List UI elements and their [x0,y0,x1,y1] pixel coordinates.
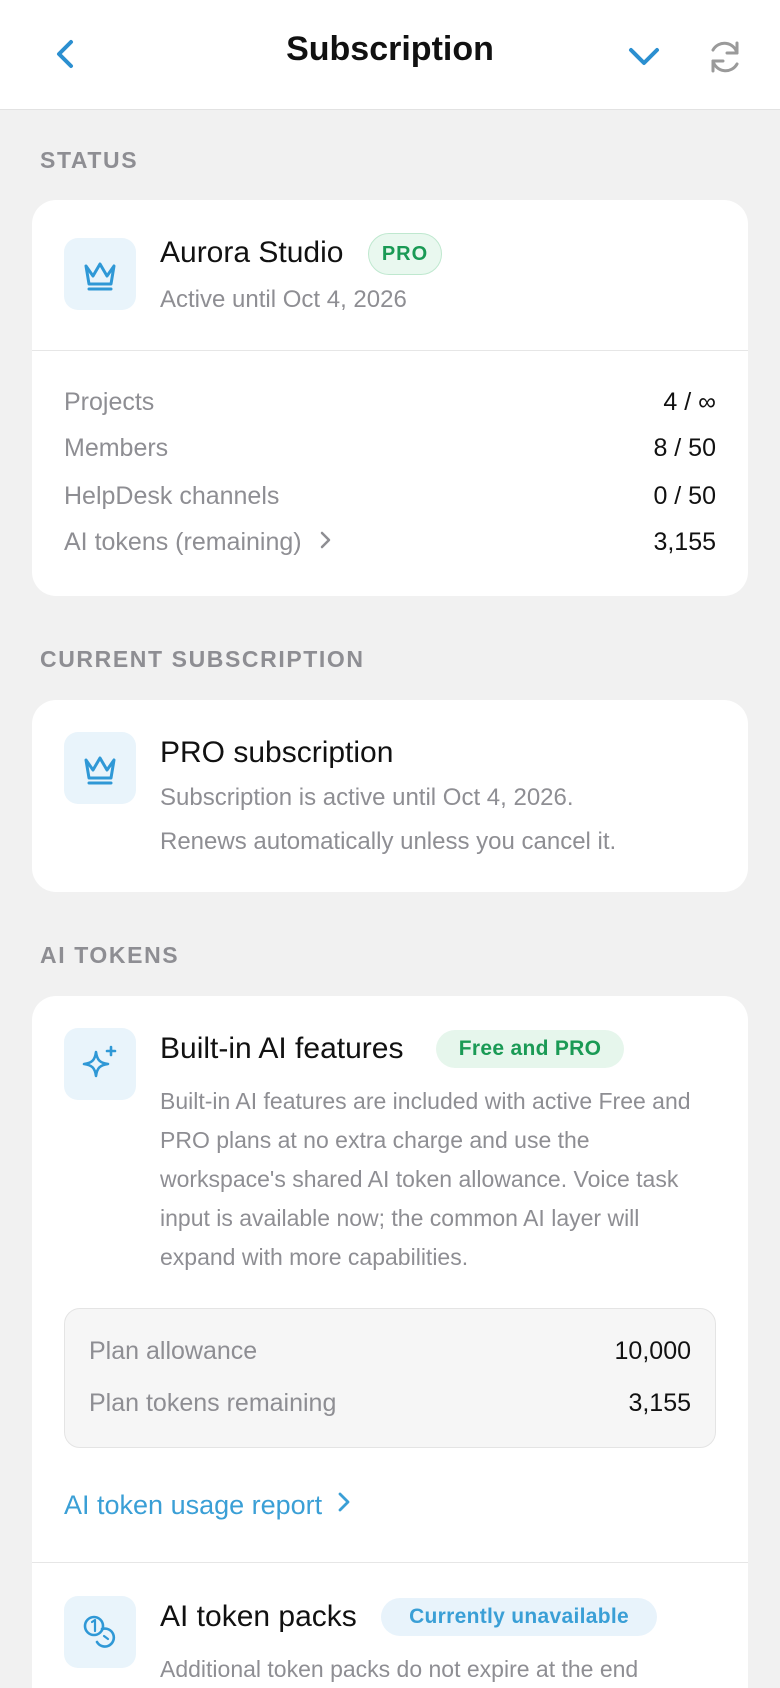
row-label-helpdesk: HelpDesk channels [64,482,280,510]
coins-icon [64,1596,136,1668]
crown-icon [64,238,136,310]
section-label-ai-tokens: AI TOKENS [40,942,180,968]
builtin-ai-title: Built-in AI features [160,1032,404,1065]
sparkle-icon [64,1028,136,1100]
plan-remaining-label: Plan tokens remaining [89,1389,337,1417]
top-bar: Subscription [0,0,780,110]
plan-remaining-value: 3,155 [628,1389,691,1417]
row-label-members: Members [64,434,169,462]
builtin-ai-description: Built-in AI features are included with a… [160,1088,691,1270]
refresh-icon[interactable] [704,36,746,78]
subscription-card: PRO subscription Subscription is active … [32,700,748,892]
ai-tokens-card: Built-in AI features Free and PRO Built-… [32,996,748,1688]
workspace-name: Aurora Studio [160,236,344,269]
chevron-right-icon [318,529,334,556]
chevron-right-icon [336,1490,352,1521]
row-label-ai-tokens: AI tokens (remaining) [64,528,302,556]
row-value-projects: 4 / ∞ [663,388,716,416]
unavailable-badge: Currently unavailable [381,1598,657,1636]
free-and-pro-badge: Free and PRO [436,1030,624,1068]
divider [32,350,748,351]
token-packs-title: AI token packs [160,1600,357,1633]
active-until: Active until Oct 4, 2026 [160,286,407,313]
crown-icon [64,732,136,804]
row-value-ai-tokens: 3,155 [653,528,716,556]
plan-allowance-box: Plan allowance 10,000 Plan tokens remain… [64,1308,716,1448]
chevron-down-icon[interactable] [624,36,664,76]
subscription-title: PRO subscription [160,736,394,769]
row-value-members: 8 / 50 [653,434,716,462]
usage-report-label: AI token usage report [64,1490,323,1520]
ai-tokens-row-link[interactable]: AI tokens (remaining) [64,528,334,557]
usage-report-link[interactable]: AI token usage report [64,1490,352,1521]
subscription-active-text: Subscription is active until Oct 4, 2026… [160,784,574,811]
plan-allowance-label: Plan allowance [89,1337,258,1365]
status-card: Aurora Studio PRO Active until Oct 4, 20… [32,200,748,596]
plan-badge: PRO [368,233,442,275]
section-label-current-subscription: CURRENT SUBSCRIPTION [40,646,365,672]
divider [32,1562,748,1563]
row-value-helpdesk: 0 / 50 [653,482,716,510]
row-label-projects: Projects [64,388,155,416]
subscription-renew-text: Renews automatically unless you cancel i… [160,828,617,855]
plan-allowance-value: 10,000 [614,1337,691,1365]
section-label-status: STATUS [40,147,139,173]
token-packs-description: Additional token packs do not expire at … [160,1656,639,1682]
